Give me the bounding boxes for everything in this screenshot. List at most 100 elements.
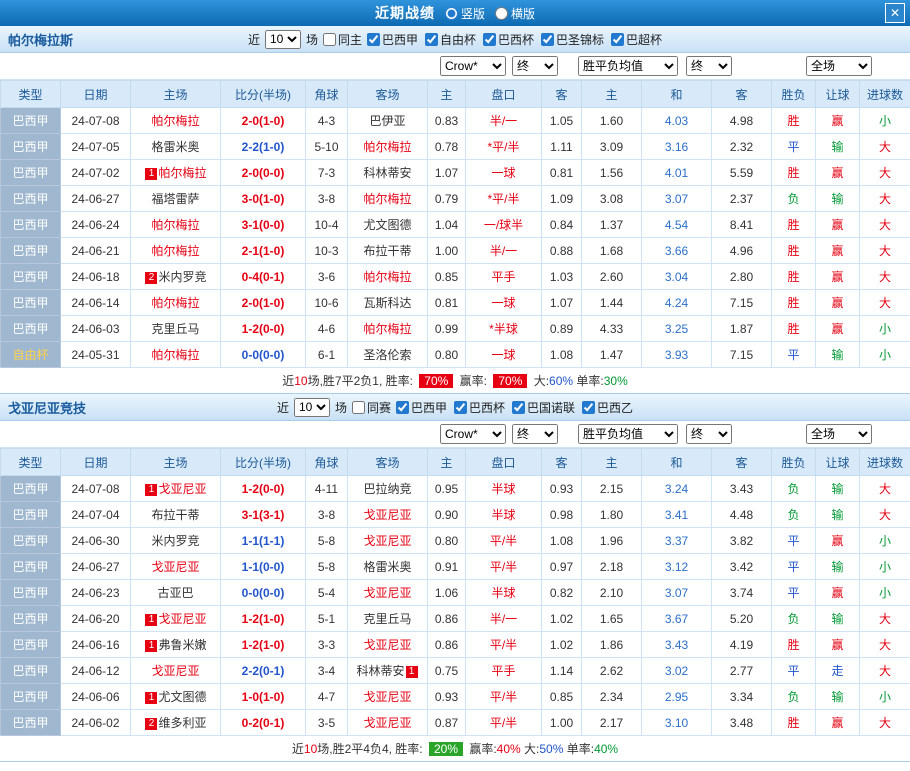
same-venue-filter[interactable]: 同主 [323,31,362,48]
league-filter-item[interactable]: 巴超杯 [611,31,662,48]
eu-odds-type-select[interactable]: 胜平负均值 [578,424,678,444]
layout-horizontal-option[interactable]: 横版 [495,5,535,22]
result-cell: 胜 [772,212,816,238]
handicap-result-cell: 赢 [816,160,860,186]
summary-segment: 70% [419,374,453,388]
corner-cell: 7-3 [306,160,348,186]
eu-home-odds: 1.68 [582,238,642,264]
summary-segment: 赢率: [466,740,497,757]
league-checkbox[interactable] [454,401,467,414]
eu-draw-odds: 3.02 [642,658,712,684]
eu-home-odds: 2.18 [582,554,642,580]
same-venue-filter[interactable]: 同赛 [352,399,391,416]
team-name: 布拉干蒂 [363,244,411,258]
col-ah-line: 盘口 [466,81,542,108]
league-filter-item[interactable]: 自由杯 [425,31,476,48]
summary-segment: 50% [539,742,563,756]
goals-cell: 大 [860,710,910,736]
home-team-cell: 1尤文图德 [131,684,221,710]
handicap-result-cell: 赢 [816,238,860,264]
league-checkbox[interactable] [483,33,496,46]
eu-odds-type-select[interactable]: 胜平负均值 [578,56,678,76]
league-checkbox[interactable] [512,401,525,414]
match-row: 巴西甲24-06-30米内罗竞1-1(1-1)5-8戈亚尼亚0.80平/半1.0… [1,528,910,554]
same-venue-checkbox[interactable] [323,33,336,46]
eu-away-odds: 3.42 [712,554,772,580]
eu-away-odds: 2.77 [712,658,772,684]
date-cell: 24-07-02 [61,160,131,186]
league-checkbox[interactable] [582,401,595,414]
match-row: 巴西甲24-07-08帕尔梅拉2-0(1-0)4-3巴伊亚0.83半/一1.05… [1,108,910,134]
vertical-radio[interactable] [445,7,458,20]
eu-home-odds: 1.56 [582,160,642,186]
handicap-result-cell: 赢 [816,528,860,554]
eu-away-odds: 2.80 [712,264,772,290]
handicap-result-cell: 赢 [816,316,860,342]
league-checkbox[interactable] [396,401,409,414]
ah-away-odds: 1.14 [542,658,582,684]
result-cell: 负 [772,186,816,212]
eu-time-select[interactable]: 终 [686,424,732,444]
ah-line: 平/半 [466,710,542,736]
eu-draw-odds: 3.12 [642,554,712,580]
date-cell: 24-06-30 [61,528,131,554]
date-cell: 24-07-08 [61,108,131,134]
same-venue-label: 同主 [338,31,362,48]
eu-draw-odds: 4.01 [642,160,712,186]
league-filter-item[interactable]: 巴西甲 [367,31,418,48]
handicap-result-cell: 输 [816,554,860,580]
eu-away-odds: 3.43 [712,476,772,502]
goals-cell: 小 [860,684,910,710]
ah-time-select[interactable]: 终 [512,424,558,444]
recent-count-select[interactable]: 10 [294,398,330,417]
eu-draw-odds: 3.07 [642,580,712,606]
eu-away-odds: 7.15 [712,290,772,316]
ah-time-select[interactable]: 终 [512,56,558,76]
same-venue-checkbox[interactable] [352,401,365,414]
bookmaker-select[interactable]: Crow* [440,56,506,76]
team-name: 帕尔梅拉 [151,348,199,362]
match-row: 巴西甲24-06-161弗鲁米嫩1-2(1-0)3-3戈亚尼亚0.86平/半1.… [1,632,910,658]
league-cell: 巴西甲 [1,316,61,342]
scope-select[interactable]: 全场 [806,56,872,76]
eu-draw-odds: 3.67 [642,606,712,632]
team-name: 帕尔梅拉 [151,218,199,232]
layout-vertical-option[interactable]: 竖版 [445,5,485,22]
horizontal-radio[interactable] [495,7,508,20]
league-filter-item[interactable]: 巴西乙 [582,399,633,416]
corner-cell: 5-10 [306,134,348,160]
league-checkbox[interactable] [367,33,380,46]
eu-away-odds: 4.19 [712,632,772,658]
league-checkbox[interactable] [425,33,438,46]
recent-count-select[interactable]: 10 [265,30,301,49]
summary-bar: 近10场,胜2平4负4, 胜率: 20% 赢率:40% 大:50% 单率:40% [0,736,910,762]
result-cell: 胜 [772,238,816,264]
league-checkbox[interactable] [541,33,554,46]
league-filter-item[interactable]: 巴西杯 [454,399,505,416]
summary-segment: 大: [530,372,549,389]
eu-home-odds: 1.96 [582,528,642,554]
league-filter-item[interactable]: 巴圣锦标 [541,31,604,48]
league-filter-item[interactable]: 巴西杯 [483,31,534,48]
match-row: 巴西甲24-06-061尤文图德1-0(1-0)4-7戈亚尼亚0.93平/半0.… [1,684,910,710]
eu-time-select[interactable]: 终 [686,56,732,76]
bookmaker-select[interactable]: Crow* [440,424,506,444]
result-cell: 平 [772,134,816,160]
corner-cell: 5-1 [306,606,348,632]
eu-away-odds: 5.20 [712,606,772,632]
date-cell: 24-06-14 [61,290,131,316]
scope-select[interactable]: 全场 [806,424,872,444]
match-row: 巴西甲24-07-04布拉干蒂3-1(3-1)3-8戈亚尼亚0.90半球0.98… [1,502,910,528]
league-cell: 巴西甲 [1,606,61,632]
ah-home-odds: 1.07 [428,160,466,186]
league-checkbox[interactable] [611,33,624,46]
close-icon[interactable]: ✕ [885,3,905,23]
team-name: 科林蒂安 [356,664,404,678]
away-team-cell: 巴伊亚 [348,108,428,134]
score-cell: 1-1(1-1) [221,528,306,554]
league-filter-item[interactable]: 巴西甲 [396,399,447,416]
team-name: 戈亚尼亚 [363,690,411,704]
handicap-result-cell: 赢 [816,212,860,238]
score-cell: 2-0(0-0) [221,160,306,186]
league-filter-item[interactable]: 巴国诺联 [512,399,575,416]
